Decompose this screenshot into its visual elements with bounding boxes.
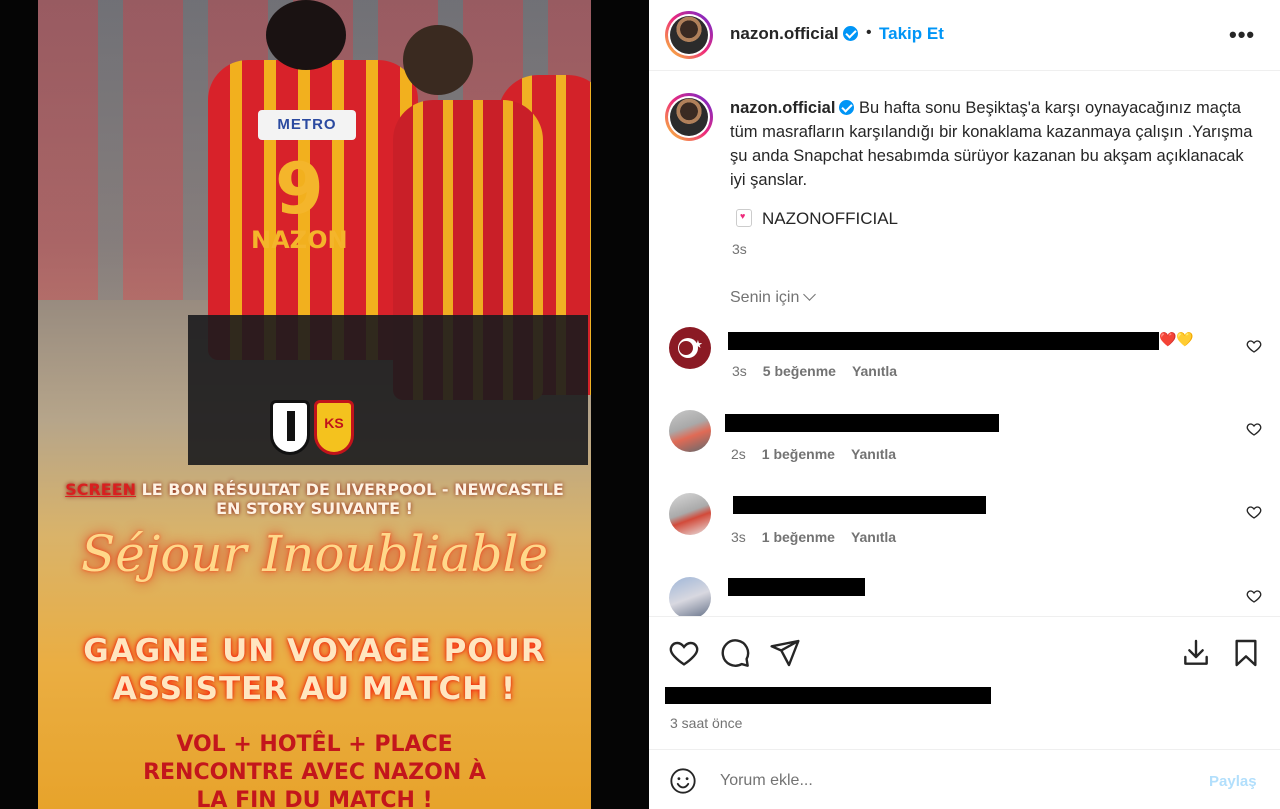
- redacted-comment: [733, 496, 986, 514]
- player-head: [403, 25, 473, 95]
- comment-like-icon[interactable]: [1246, 504, 1262, 520]
- post-header: nazon.official • Takip Et •••: [649, 0, 1280, 71]
- like-icon[interactable]: [668, 637, 700, 669]
- header-username[interactable]: nazon.official: [730, 24, 858, 44]
- prize-detail-1: VOL + HOTÊL + PLACE: [176, 732, 453, 757]
- emoji-icon[interactable]: [669, 767, 697, 795]
- prize-detail-3: LA FIN DU MATCH !: [196, 788, 433, 809]
- comment-like-icon[interactable]: [1246, 588, 1262, 604]
- bookmark-icon[interactable]: [1230, 637, 1262, 669]
- comment-icon[interactable]: [719, 637, 751, 669]
- follow-button[interactable]: Takip Et: [879, 24, 944, 44]
- post-side-panel: nazon.official • Takip Et ••• nazon.offi…: [649, 0, 1280, 809]
- verified-badge-icon: [842, 26, 858, 41]
- reply-button[interactable]: Yanıtla: [851, 529, 896, 545]
- comment-time[interactable]: 3s: [732, 363, 747, 379]
- prize-line-1: GAGNE UN VOYAGE POUR: [83, 633, 546, 669]
- jersey-name: NAZON: [251, 226, 348, 254]
- player-head: [266, 0, 346, 70]
- snapchat-handle: NAZONOFFICIAL: [736, 209, 898, 229]
- share-icon[interactable]: [769, 637, 801, 669]
- player-shorts: [188, 315, 588, 465]
- jersey-number: 9: [275, 148, 324, 230]
- reply-button[interactable]: Yanıtla: [851, 446, 896, 462]
- comment-time[interactable]: 3s: [731, 529, 746, 545]
- avatar[interactable]: [669, 410, 711, 452]
- avatar[interactable]: [665, 11, 713, 59]
- post-comment-button[interactable]: Paylaş: [1209, 773, 1257, 790]
- redacted-comment: [725, 414, 999, 432]
- heart-emojis: ❤️💛: [1159, 331, 1194, 347]
- screen-instruction: SCREEN LE BON RÉSULTAT DE LIVERPOOL - NE…: [38, 480, 591, 518]
- comment-like-icon[interactable]: [1246, 338, 1262, 354]
- prize-text: GAGNE UN VOYAGE POUR ASSISTER AU MATCH !: [38, 632, 591, 708]
- screen-word: SCREEN: [65, 480, 137, 499]
- verified-badge-icon: [839, 100, 855, 115]
- media-pane: METRO 9 NAZON KS SCREEN LE BON RÉSULTAT …: [0, 0, 649, 809]
- comment-likes[interactable]: 5 beğenme: [763, 363, 836, 379]
- sponsor-logo: METRO: [258, 110, 356, 140]
- caption-avatar[interactable]: [665, 93, 713, 141]
- comment-time[interactable]: 2s: [731, 446, 746, 462]
- comment-item: 2s 1 beğenme Yanıtla: [649, 410, 1280, 480]
- prize-detail-2: RENCONTRE AVEC NAZON À: [143, 760, 486, 785]
- besiktas-crest-icon: [270, 400, 310, 455]
- avatar[interactable]: [669, 493, 711, 535]
- reply-button[interactable]: Yanıtla: [852, 363, 897, 379]
- comment-item: [649, 577, 1280, 616]
- snapchat-icon: [736, 209, 752, 227]
- post-actions: 3 saat önce: [649, 616, 1280, 749]
- avatar[interactable]: [669, 327, 711, 369]
- prize-line-2: ASSISTER AU MATCH !: [112, 671, 517, 707]
- separator-dot: •: [866, 24, 872, 41]
- chevron-down-icon: [803, 288, 817, 301]
- story-headline: Séjour Inoubliable: [80, 525, 549, 583]
- screen-line-2: EN STORY SUIVANTE !: [216, 499, 413, 518]
- redacted-likes: [665, 687, 991, 704]
- story-image[interactable]: METRO 9 NAZON KS SCREEN LE BON RÉSULTAT …: [38, 0, 591, 809]
- comment-item: ❤️💛 3s 5 beğenme Yanıtla: [649, 327, 1280, 397]
- comment-like-icon[interactable]: [1246, 421, 1262, 437]
- comment-item: 3s 1 beğenme Yanıtla: [649, 493, 1280, 563]
- caption-username[interactable]: nazon.official: [730, 99, 855, 117]
- comment-meta: 3s 5 beğenme Yanıtla: [732, 363, 897, 379]
- caption: nazon.official Bu hafta sonu Beşiktaş'a …: [730, 96, 1260, 192]
- comment-likes[interactable]: 1 beğenme: [762, 446, 835, 462]
- screen-line-1: LE BON RÉSULTAT DE LIVERPOOL - NEWCASTLE: [136, 480, 564, 499]
- app-root: METRO 9 NAZON KS SCREEN LE BON RÉSULTAT …: [0, 0, 1280, 809]
- comment-bar: Yorum ekle... Paylaş: [649, 749, 1280, 809]
- comment-meta: 2s 1 beğenme Yanıtla: [731, 446, 896, 462]
- post-time[interactable]: 3 saat önce: [670, 715, 742, 731]
- caption-time[interactable]: 3s: [732, 241, 747, 257]
- redacted-comment: [728, 578, 865, 596]
- prize-details: VOL + HOTÊL + PLACE RENCONTRE AVEC NAZON…: [38, 731, 591, 809]
- comment-likes[interactable]: 1 beğenme: [762, 529, 835, 545]
- more-options-icon[interactable]: •••: [1229, 22, 1255, 48]
- download-icon[interactable]: [1180, 637, 1212, 669]
- kayserispor-crest-icon: KS: [314, 400, 354, 455]
- avatar[interactable]: [669, 577, 711, 616]
- comment-input[interactable]: Yorum ekle...: [720, 772, 813, 790]
- for-you-toggle[interactable]: Senin için: [730, 288, 817, 307]
- redacted-comment: [728, 332, 1159, 350]
- comment-meta: 3s 1 beğenme Yanıtla: [731, 529, 896, 545]
